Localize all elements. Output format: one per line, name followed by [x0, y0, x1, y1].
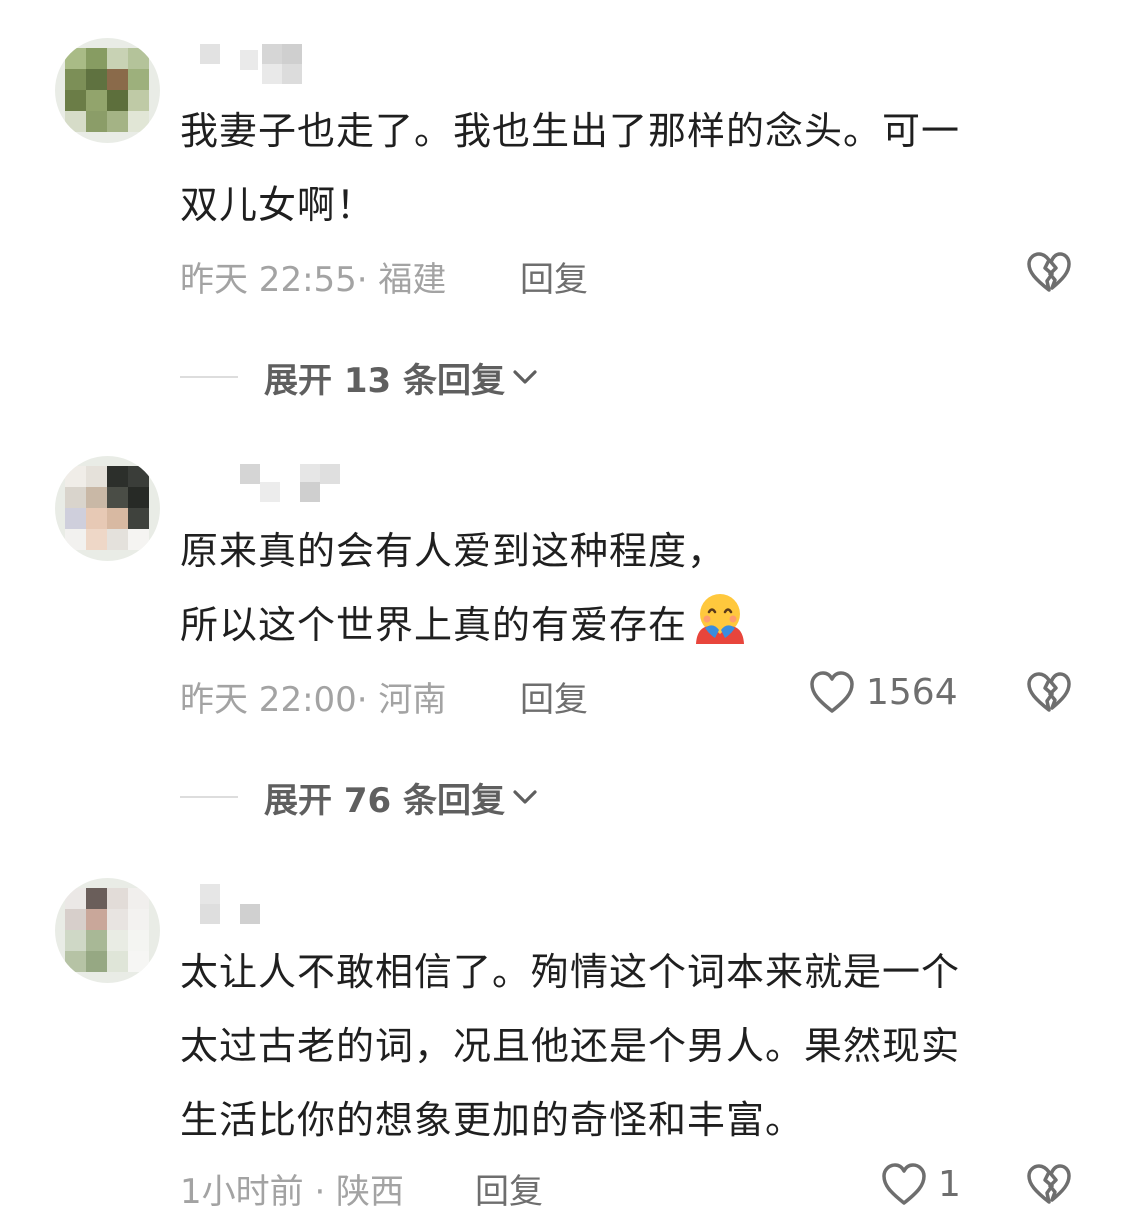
comment-text: 太让人不敢相信了。殉情这个词本来就是一个 太过古老的词，况且他还是个男人。果然现… [180, 950, 961, 1142]
comment-text: 我妻子也走了。我也生出了那样的念头。可一 双儿女啊！ [180, 109, 961, 227]
reply-button[interactable]: 回复 [520, 252, 588, 301]
like-count: 1 [938, 1163, 961, 1205]
reply-button[interactable]: 回复 [475, 1164, 543, 1213]
divider-line [180, 376, 238, 378]
avatar[interactable] [55, 38, 160, 143]
expand-replies-label: 展开 76 条回复 [264, 780, 505, 821]
avatar[interactable] [55, 878, 160, 983]
expand-replies-button[interactable]: 展开 76 条回复 [180, 772, 539, 822]
like-button[interactable]: 1564 [808, 669, 958, 715]
reply-button[interactable]: 回复 [520, 672, 588, 721]
like-count: 1564 [866, 671, 958, 713]
chevron-down-icon [513, 370, 537, 384]
broken-heart-icon[interactable] [1025, 248, 1073, 305]
comment-meta: 昨天 22:00· 河南 回复 1564 [180, 669, 1080, 722]
comment-meta: 1小时前 · 陕西 回复 1 [180, 1161, 1080, 1214]
hugging-face-emoji [691, 588, 749, 670]
chevron-down-icon [513, 790, 537, 804]
broken-heart-icon[interactable] [1025, 668, 1073, 725]
heart-outline-icon [882, 1163, 926, 1205]
expand-replies-button[interactable]: 展开 13 条回复 [180, 352, 539, 402]
comment-text: 原来真的会有人爱到这种程度， 所以这个世界上真的有爱存在 [180, 514, 1080, 670]
avatar[interactable] [55, 456, 160, 561]
timestamp-location: 1小时前 · 陕西 [180, 1172, 405, 1212]
expand-replies-label: 展开 13 条回复 [264, 360, 505, 401]
comment-meta: 昨天 22:55· 福建 回复 [180, 252, 1080, 302]
timestamp-location: 昨天 22:00· 河南 [180, 680, 447, 720]
broken-heart-icon[interactable] [1025, 1160, 1073, 1217]
heart-outline-icon [810, 671, 854, 713]
divider-line [180, 796, 238, 798]
like-button[interactable]: 1 [880, 1161, 961, 1207]
timestamp-location: 昨天 22:55· 福建 [180, 260, 447, 300]
